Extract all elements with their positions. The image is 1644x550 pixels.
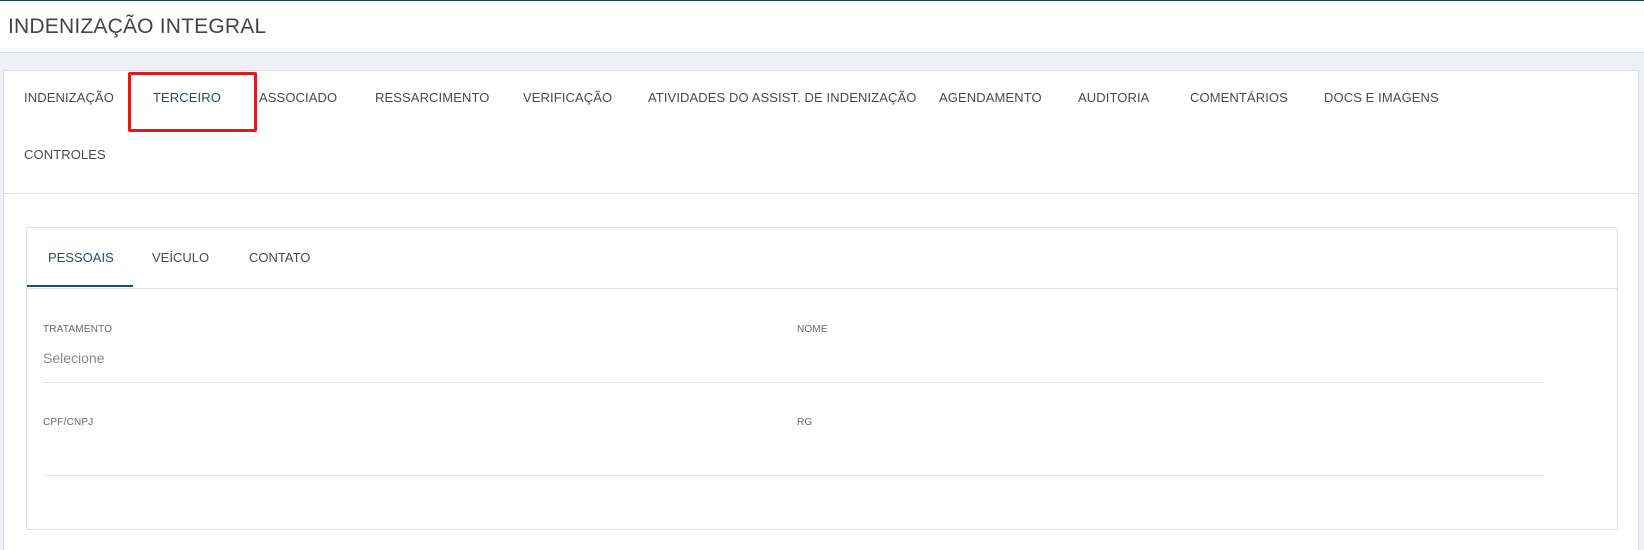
tab-controles[interactable]: CONTROLES — [24, 147, 106, 162]
tab-auditoria[interactable]: AUDITORIA — [1078, 90, 1149, 105]
rg-underline — [797, 475, 1543, 476]
main-tab-bar: INDENIZAÇÃO TERCEIRO ASSOCIADO RESSARCIM… — [4, 71, 1638, 194]
tab-atividades-assist-indenizacao[interactable]: ATIVIDADES DO ASSIST. DE INDENIZAÇÃO — [648, 90, 916, 105]
nome-field[interactable]: NOME — [797, 324, 1543, 396]
tab-terceiro[interactable]: TERCEIRO — [153, 90, 221, 105]
tratamento-underline — [43, 382, 809, 383]
subtab-contato[interactable]: CONTATO — [249, 250, 310, 265]
page-title: INDENIZAÇÃO INTEGRAL — [8, 15, 267, 38]
tab-comentarios[interactable]: COMENTÁRIOS — [1190, 90, 1288, 105]
terceiro-details-card: PESSOAIS VEÍCULO CONTATO TRATAMENTO Sele… — [26, 227, 1618, 530]
page-header: INDENIZAÇÃO INTEGRAL — [0, 1, 1644, 53]
tratamento-select[interactable]: TRATAMENTO Selecione — [43, 324, 809, 396]
nome-underline — [797, 382, 1543, 383]
tab-indenizacao[interactable]: INDENIZAÇÃO — [24, 90, 114, 105]
subtab-veiculo[interactable]: VEÍCULO — [152, 250, 209, 265]
nome-label: NOME — [797, 324, 828, 335]
tab-ressarcimento[interactable]: RESSARCIMENTO — [375, 90, 489, 105]
tratamento-label: TRATAMENTO — [43, 324, 113, 335]
cpf-cnpj-field[interactable]: CPF/CNPJ — [43, 417, 809, 489]
subtab-pessoais[interactable]: PESSOAIS — [48, 250, 114, 265]
cpf-cnpj-underline — [43, 475, 809, 476]
tratamento-value[interactable]: Selecione — [43, 350, 105, 366]
sub-tab-bar: PESSOAIS VEÍCULO CONTATO — [27, 228, 1617, 289]
tab-verificacao[interactable]: VERIFICAÇÃO — [523, 90, 612, 105]
rg-field[interactable]: RG — [797, 417, 1543, 489]
main-card: INDENIZAÇÃO TERCEIRO ASSOCIADO RESSARCIM… — [3, 70, 1639, 550]
cpf-cnpj-label: CPF/CNPJ — [43, 417, 94, 428]
rg-label: RG — [797, 417, 813, 428]
active-subtab-indicator — [27, 285, 133, 287]
tab-docs-e-imagens[interactable]: DOCS E IMAGENS — [1324, 90, 1439, 105]
tab-associado[interactable]: ASSOCIADO — [259, 90, 337, 105]
tab-agendamento[interactable]: AGENDAMENTO — [939, 90, 1042, 105]
